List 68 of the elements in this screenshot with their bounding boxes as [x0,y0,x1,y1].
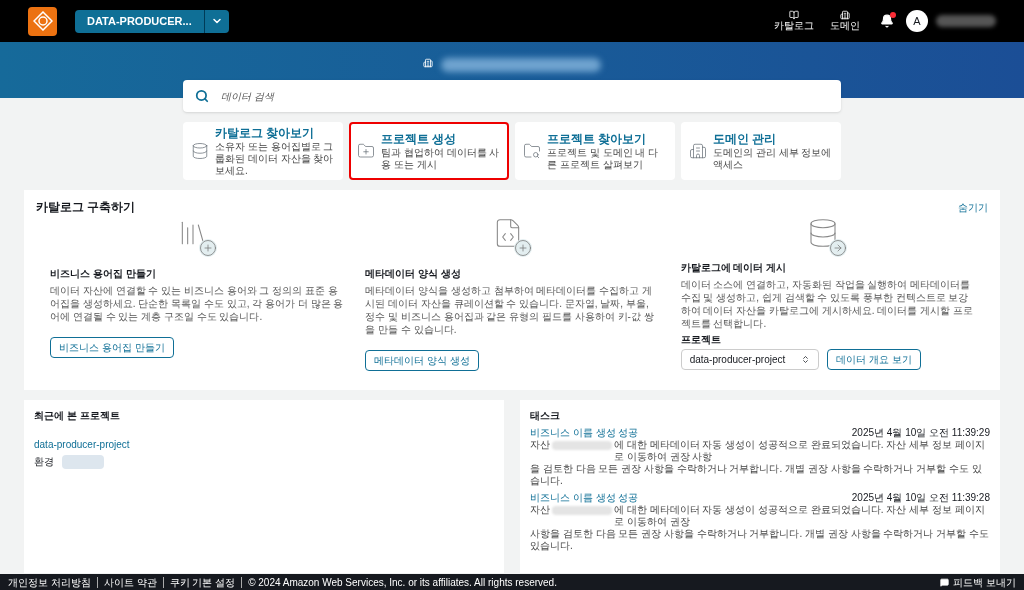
book-icon [789,10,799,20]
hide-link[interactable]: 숨기기 [958,199,988,215]
column-description: 메타데이터 양식을 생성하고 첨부하여 메타데이터를 수집하고 게시된 데이터 자산을 큐레이션할 수 있습니다. 문자열, 날짜, 부울, 정수 및 비즈니스 용어집과 같은 유형의 필드를 사용하여 키-값 쌍을 만들 수 있습니다. [365,284,655,336]
panel-title: 카탈로그 구축하기 [36,199,136,216]
search-field[interactable]: 데이터 검색 [183,80,841,112]
task-time: 2025년 4월 10일 오전 11:39:28 [851,492,990,504]
copyright-text: © 2024 Amazon Web Services, Inc. or its affiliates. All rights reserved. [248,575,557,590]
card-title: 프로젝트 찾아보기 [547,131,648,147]
folder-plus-icon [357,142,375,160]
redacted-asset-name [552,441,612,450]
project-dropdown-button[interactable] [203,9,229,33]
card-description: 팀과 협업하여 데이터를 사용 또는 게시 [381,146,501,171]
redacted-username [936,15,996,27]
quick-action-card[interactable]: 프로젝트 생성 팀과 협업하여 데이터를 사용 또는 게시 [349,122,509,180]
task-time: 2025년 4월 10일 오전 11:39:29 [851,427,990,439]
search-input[interactable]: 데이터 검색 [221,88,829,104]
folder-search-icon [523,142,541,160]
action-button[interactable]: 데이터 개요 보기 [827,349,921,370]
column-heading: 비즈니스 용어집 만들기 [50,267,157,281]
project-link[interactable]: data-producer-project [34,437,494,452]
redacted-environment [62,454,104,469]
task-link[interactable]: 비즈니스 이름 생성 성공 [530,492,639,504]
task-description: 사항을 검토한 다음 모든 권장 사항을 수락하거나 거부합니다. 개별 권장 사항을 수락하거나 거부할 수도 있습니다. [530,528,990,552]
building-icon [689,142,707,160]
environment-label: 환경 [34,455,54,469]
column-description: 데이터 자산에 연결할 수 있는 비즈니스 용어와 그 정의의 표준 용어집을 생성하세요. 단순한 목록일 수도 있고, 각 용어가 더 많은 용어에 연결될 수 있는 계층 구조일 수도 있습니다. [50,284,344,323]
task-asset-label: 자산 [530,504,550,516]
select-caret-icon [801,355,811,364]
panel-title: 태스크 [530,409,561,423]
task-link[interactable]: 비즈니스 이름 생성 성공 [530,427,639,439]
column-heading: 메타데이터 양식 생성 [365,267,462,281]
quick-action-card[interactable]: 카탈로그 찾아보기 소유자 또는 용어집별로 그룹화된 데이터 자산을 찾아보세요. [183,122,343,180]
column-description: 데이터 소스에 연결하고, 자동화된 작업을 실행하여 메타데이터를 수집 및 생성하고, 쉽게 검색할 수 있도록 풍부한 컨텍스트로 보강하여 데이터 자산을 카탈로그에 게시하세요. 데이터를 게시할 프로젝트를 선택합니다. [680,278,974,330]
quick-action-card[interactable]: 도메인 관리 도메인의 관리 세부 정보에 액세스 [681,122,841,180]
database-arrow-icon [807,217,848,257]
action-button[interactable]: 메타데이터 양식 생성 [365,350,479,371]
nav-button[interactable]: 도메인 [830,10,860,32]
task-description: 을 검토한 다음 모든 권장 사항을 수락하거나 거부합니다. 개별 권장 사항을 수락하거나 거부할 수도 있습니다. [530,463,983,487]
user-avatar[interactable]: A [906,10,928,32]
task-description: 에 대한 메타데이터 자동 생성이 성공적으로 완료되었습니다. 자산 세부 정보 페이지로 이동하여 권장 [614,504,986,528]
building-icon [423,58,433,68]
action-button[interactable]: 비즈니스 용어집 만들기 [50,337,174,358]
column-heading: 카탈로그에 데이터 게시 [680,261,788,275]
project-select[interactable]: data-producer-project [680,349,820,370]
database-icon [191,142,209,160]
feedback-button[interactable]: 피드백 보내기 [940,574,1016,590]
footer-link[interactable]: 쿠키 기본 설정 [169,576,243,588]
select-label: 프로젝트 [680,333,722,347]
app-logo-icon[interactable] [28,6,57,36]
panel-title: 최근에 본 프로젝트 [34,409,121,423]
search-icon [195,89,209,103]
quick-action-card[interactable]: 프로젝트 찾아보기 프로젝트 및 도메인 내 다른 프로젝트 살펴보기 [515,122,675,180]
footer-link[interactable]: 사이트 약관 [103,576,164,588]
redacted-asset-name [552,506,612,515]
card-title: 프로젝트 생성 [381,131,458,147]
card-title: 카탈로그 찾아보기 [215,125,316,141]
card-description: 도메인의 관리 세부 정보에 액세스 [713,146,833,171]
building-icon [840,10,850,20]
card-title: 도메인 관리 [713,131,778,147]
project-selector-button[interactable]: DATA-PRODUCER... [75,9,204,33]
task-description: 에 대한 메타데이터 자동 생성이 성공적으로 완료되었습니다. 자산 세부 정보 페이지로 이동하여 권장 사항 [614,439,986,463]
notification-icon[interactable] [880,14,894,28]
card-description: 소유자 또는 용어집별로 그룹화된 데이터 자산을 찾아보세요. [215,140,335,177]
card-description: 프로젝트 및 도메인 내 다른 프로젝트 살펴보기 [547,146,660,171]
footer-link[interactable]: 개인정보 처리방침 [8,576,98,588]
nav-button[interactable]: 카탈로그 [774,10,814,32]
chat-icon [940,577,950,587]
task-asset-label: 자산 [530,439,550,451]
